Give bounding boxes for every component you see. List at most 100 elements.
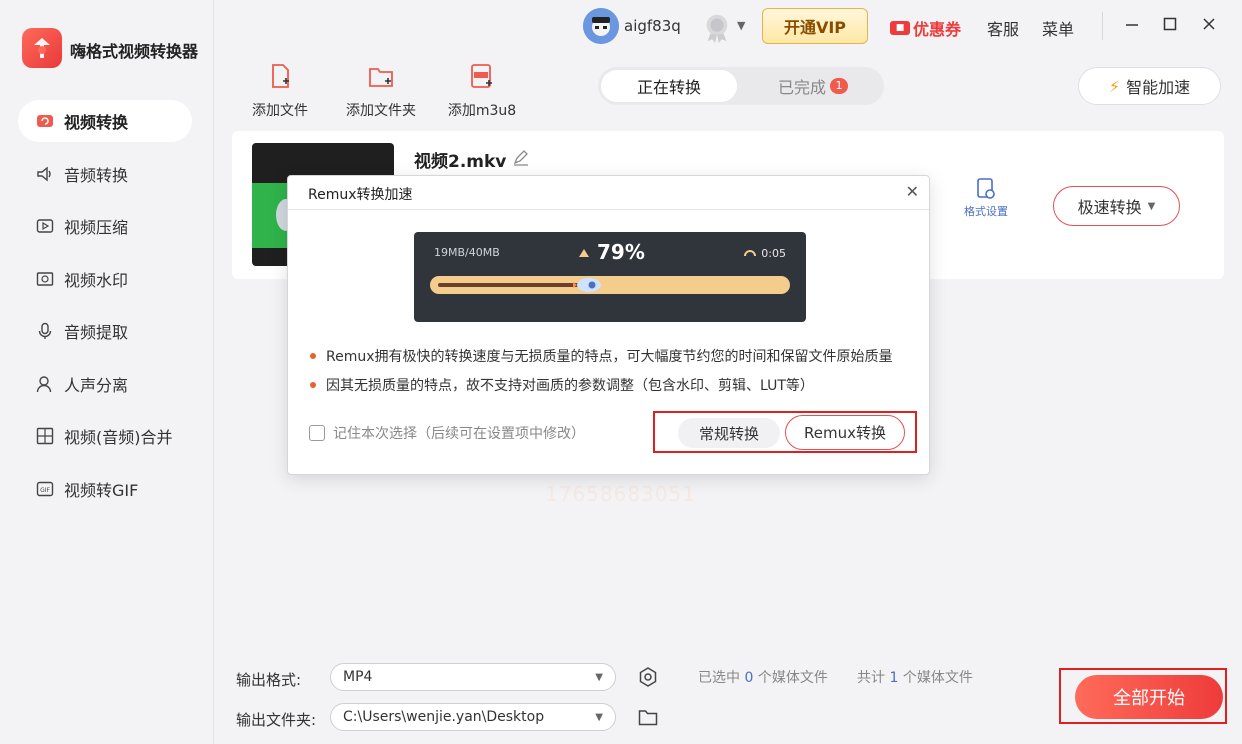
sidebar-item-label: 视频转GIF xyxy=(64,480,139,500)
bullet-text: Remux拥有极快的转换速度与无损质量的特点，可大幅度节约您的时间和保留文件原始… xyxy=(326,349,893,365)
sidebar-item-video-gif[interactable]: GIF 视频转GIF xyxy=(18,468,192,510)
coupon-label: 优惠券 xyxy=(913,20,962,39)
add-m3u8-icon xyxy=(471,64,492,88)
speed-demo-panel: 19MB/40MB 79% 0:05 xyxy=(414,232,806,322)
chevron-down-icon[interactable]: ▼ xyxy=(737,19,745,32)
selected-suffix: 个媒体文件 xyxy=(757,670,828,686)
total-count-stat: 共计 1 个媒体文件 xyxy=(857,667,973,687)
output-folder-value: C:\Users\wenjie.yan\Desktop xyxy=(343,709,545,725)
tab-done-label: 已完成 xyxy=(777,78,826,97)
open-vip-button[interactable]: 开通VIP xyxy=(762,8,868,44)
output-folder-label: 输出文件夹: xyxy=(236,711,317,729)
remux-dialog: Remux转换加速 ✕ 19MB/40MB 79% 0:05 Remux拥有极快… xyxy=(287,175,930,475)
output-format-label: 输出格式: xyxy=(236,671,302,689)
add-folder-label: 添加文件夹 xyxy=(346,103,416,119)
status-tabs: 正在转换 已完成 1 xyxy=(598,67,884,105)
normal-convert-button[interactable]: 常规转换 xyxy=(678,418,780,448)
sidebar-nav: 视频转换 音频转换 视频压缩 视频水印 音频提取 人声分离 视频(音频)合并 G… xyxy=(18,100,192,520)
coupon-icon: ■ xyxy=(890,21,910,35)
sidebar-item-audio-extract[interactable]: 音频提取 xyxy=(18,310,192,352)
format-setting-label: 格式设置 xyxy=(964,205,1008,218)
sidebar-item-video-convert[interactable]: 视频转换 xyxy=(18,100,192,142)
file-name: 视频2.mkv xyxy=(414,152,507,172)
format-setting-button[interactable]: 格式设置 xyxy=(958,177,1014,219)
sidebar-item-video-watermark[interactable]: 视频水印 xyxy=(18,258,192,300)
gear-icon[interactable] xyxy=(637,666,659,688)
sidebar-item-label: 视频转换 xyxy=(64,113,129,132)
chevron-down-icon: ▼ xyxy=(595,712,603,723)
sidebar: 嗨格式视频转换器 视频转换 音频转换 视频压缩 视频水印 音频提取 人声分离 视 xyxy=(0,0,214,744)
sidebar-item-voice-separate[interactable]: 人声分离 xyxy=(18,363,192,405)
output-folder-select[interactable]: C:\Users\wenjie.yan\Desktop ▼ xyxy=(330,703,616,731)
edit-icon[interactable] xyxy=(512,149,530,167)
watermark-text: 17658683051 xyxy=(545,482,696,506)
bullet-item: Remux拥有极快的转换速度与无损质量的特点，可大幅度节约您的时间和保留文件原始… xyxy=(310,346,893,366)
output-format-select[interactable]: MP4 ▼ xyxy=(330,663,616,691)
maximize-icon[interactable] xyxy=(1158,12,1182,36)
coupon-button[interactable]: ■ 优惠券 xyxy=(890,16,961,40)
close-icon[interactable] xyxy=(1197,12,1221,36)
bullet-item: 因其无损质量的特点，故不支持对画质的参数调整（包含水印、剪辑、LUT等） xyxy=(310,375,814,395)
demo-progress-fill xyxy=(438,283,582,287)
add-folder-button[interactable]: 添加文件夹 xyxy=(341,62,421,120)
voice-separate-icon xyxy=(34,373,56,395)
selected-prefix: 已选中 xyxy=(698,670,740,686)
audio-extract-icon xyxy=(34,320,56,342)
merge-icon xyxy=(34,425,56,447)
sidebar-item-label: 音频提取 xyxy=(64,323,129,342)
customer-service-button[interactable]: 客服 xyxy=(987,16,1019,40)
app-title: 嗨格式视频转换器 xyxy=(70,42,199,61)
smart-accel-button[interactable]: ⚡ 智能加速 xyxy=(1078,67,1221,105)
sidebar-item-label: 视频水印 xyxy=(64,270,129,290)
done-count-badge: 1 xyxy=(830,78,848,94)
format-setting-icon xyxy=(977,178,995,199)
start-highlight-frame: 全部开始 xyxy=(1059,668,1227,724)
video-convert-icon xyxy=(34,110,56,132)
chevron-down-icon: ▼ xyxy=(1147,200,1156,212)
tab-converting[interactable]: 正在转换 xyxy=(601,70,737,102)
sidebar-item-label: 视频(音频)合并 xyxy=(64,428,173,447)
choice-highlight-frame: 常规转换 Remux转换 xyxy=(653,411,917,453)
remember-choice[interactable]: 记住本次选择（后续可在设置项中修改） xyxy=(309,423,585,443)
remux-convert-button[interactable]: Remux转换 xyxy=(785,415,905,450)
demo-percent: 79% xyxy=(597,240,645,264)
sidebar-item-audio-convert[interactable]: 音频转换 xyxy=(18,153,192,195)
rocket-icon xyxy=(573,278,601,292)
app-logo-icon xyxy=(22,28,62,68)
convert-mode-dropdown[interactable]: 极速转换 ▼ xyxy=(1053,186,1180,226)
sidebar-item-merge[interactable]: 视频(音频)合并 xyxy=(18,415,192,457)
total-suffix: 个媒体文件 xyxy=(902,670,973,686)
start-all-button[interactable]: 全部开始 xyxy=(1075,675,1223,719)
audio-convert-icon xyxy=(34,163,56,185)
selected-count: 0 xyxy=(744,670,754,686)
minimize-icon[interactable] xyxy=(1120,12,1144,36)
triangle-up-icon xyxy=(579,249,589,257)
total-prefix: 共计 xyxy=(857,670,885,686)
total-count: 1 xyxy=(889,670,899,686)
sidebar-item-label: 音频转换 xyxy=(64,165,129,185)
menu-button[interactable]: 菜单 xyxy=(1042,16,1074,40)
sidebar-item-video-compress[interactable]: 视频压缩 xyxy=(18,205,192,247)
folder-icon[interactable] xyxy=(637,706,659,728)
close-icon[interactable]: ✕ xyxy=(906,182,919,201)
smart-accel-label: 智能加速 xyxy=(1126,78,1191,97)
divider xyxy=(1102,12,1103,40)
remember-checkbox[interactable] xyxy=(309,425,325,441)
avatar[interactable] xyxy=(583,8,619,44)
medal-icon[interactable] xyxy=(700,10,734,44)
video-compress-icon xyxy=(34,215,56,237)
demo-time: 0:05 xyxy=(761,246,786,260)
bullet-text: 因其无损质量的特点，故不支持对画质的参数调整（包含水印、剪辑、LUT等） xyxy=(326,378,814,394)
convert-mode-label: 极速转换 xyxy=(1077,198,1142,217)
add-m3u8-button[interactable]: 添加m3u8 xyxy=(442,62,522,120)
speedometer-icon xyxy=(744,250,757,257)
svg-text:GIF: GIF xyxy=(40,487,50,494)
username[interactable]: aigf83q xyxy=(624,17,681,35)
video-watermark-icon xyxy=(34,268,56,290)
tab-done[interactable]: 已完成 1 xyxy=(748,67,878,105)
output-format-value: MP4 xyxy=(343,669,373,685)
selected-count-stat: 已选中 0 个媒体文件 xyxy=(698,667,828,687)
add-file-label: 添加文件 xyxy=(252,103,308,119)
add-file-button[interactable]: 添加文件 xyxy=(240,62,320,120)
remember-label: 记住本次选择（后续可在设置项中修改） xyxy=(333,426,585,442)
